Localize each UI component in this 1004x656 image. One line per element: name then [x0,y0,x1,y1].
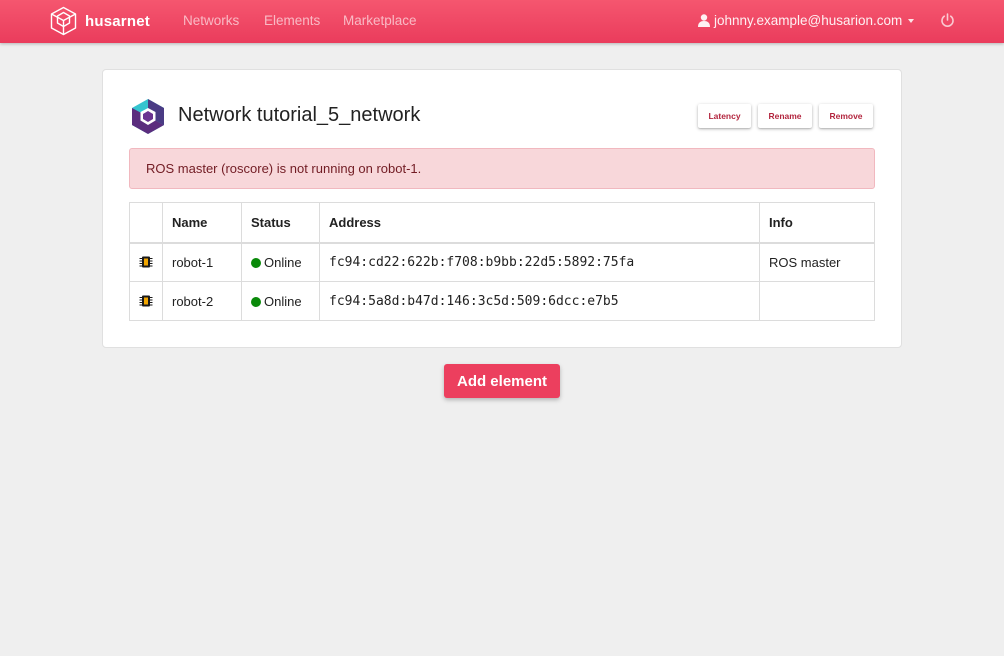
status-label: Online [264,254,302,270]
table-row[interactable]: robot-2 Online fc94:5a8d:b47d:146:3c5d:5… [129,281,875,321]
element-address: fc94:5a8d:b47d:146:3c5d:509:6dcc:e7b5 [319,281,760,321]
brand-link[interactable]: husarnet [50,6,150,36]
network-card: Network tutorial_5_network Latency Renam… [102,69,902,348]
device-icon-cell [129,242,163,282]
chip-icon [139,256,153,268]
table-row[interactable]: robot-1 Online fc94:cd22:622b:f708:b9bb:… [129,242,875,282]
header-icon-cell [129,202,163,244]
power-icon[interactable] [940,13,955,28]
rename-button[interactable]: Rename [758,104,812,128]
roscore-alert: ROS master (roscore) is not running on r… [129,148,875,189]
element-status: Online [241,281,320,321]
latency-button[interactable]: Latency [698,104,751,128]
online-status-dot-icon [251,257,261,268]
nav-elements[interactable]: Elements [264,13,320,28]
brand-name: husarnet [85,12,150,30]
status-label: Online [264,293,302,309]
user-email: johnny.example@husarion.com [714,13,903,28]
chevron-down-icon [908,18,915,23]
network-title: Network tutorial_5_network [178,104,421,126]
elements-table: Name Status Address Info robot-1 Online … [129,202,875,321]
online-status-dot-icon [251,296,261,307]
nav-marketplace[interactable]: Marketplace [343,13,417,28]
element-info: ROS master [759,242,875,282]
remove-button[interactable]: Remove [819,104,873,128]
device-icon-cell [129,281,163,321]
element-address: fc94:cd22:622b:f708:b9bb:22d5:5892:75fa [319,242,760,282]
element-status: Online [241,242,320,282]
chip-icon [139,295,153,307]
element-info [759,281,875,321]
user-menu-dropdown[interactable]: johnny.example@husarion.com [698,13,915,28]
header-name: Name [162,202,242,244]
top-navbar: husarnet Networks Elements Marketplace j… [0,0,1004,43]
add-element-button[interactable]: Add element [444,364,560,398]
header-address: Address [319,202,760,244]
network-hexagon-icon [132,99,164,134]
husarnet-cube-logo-icon [50,6,77,36]
element-name[interactable]: robot-2 [162,281,242,321]
header-info: Info [759,202,875,244]
user-icon [698,14,710,27]
element-name[interactable]: robot-1 [162,242,242,282]
nav-networks[interactable]: Networks [183,13,239,28]
table-header-row: Name Status Address Info [129,202,875,244]
header-status: Status [241,202,320,244]
